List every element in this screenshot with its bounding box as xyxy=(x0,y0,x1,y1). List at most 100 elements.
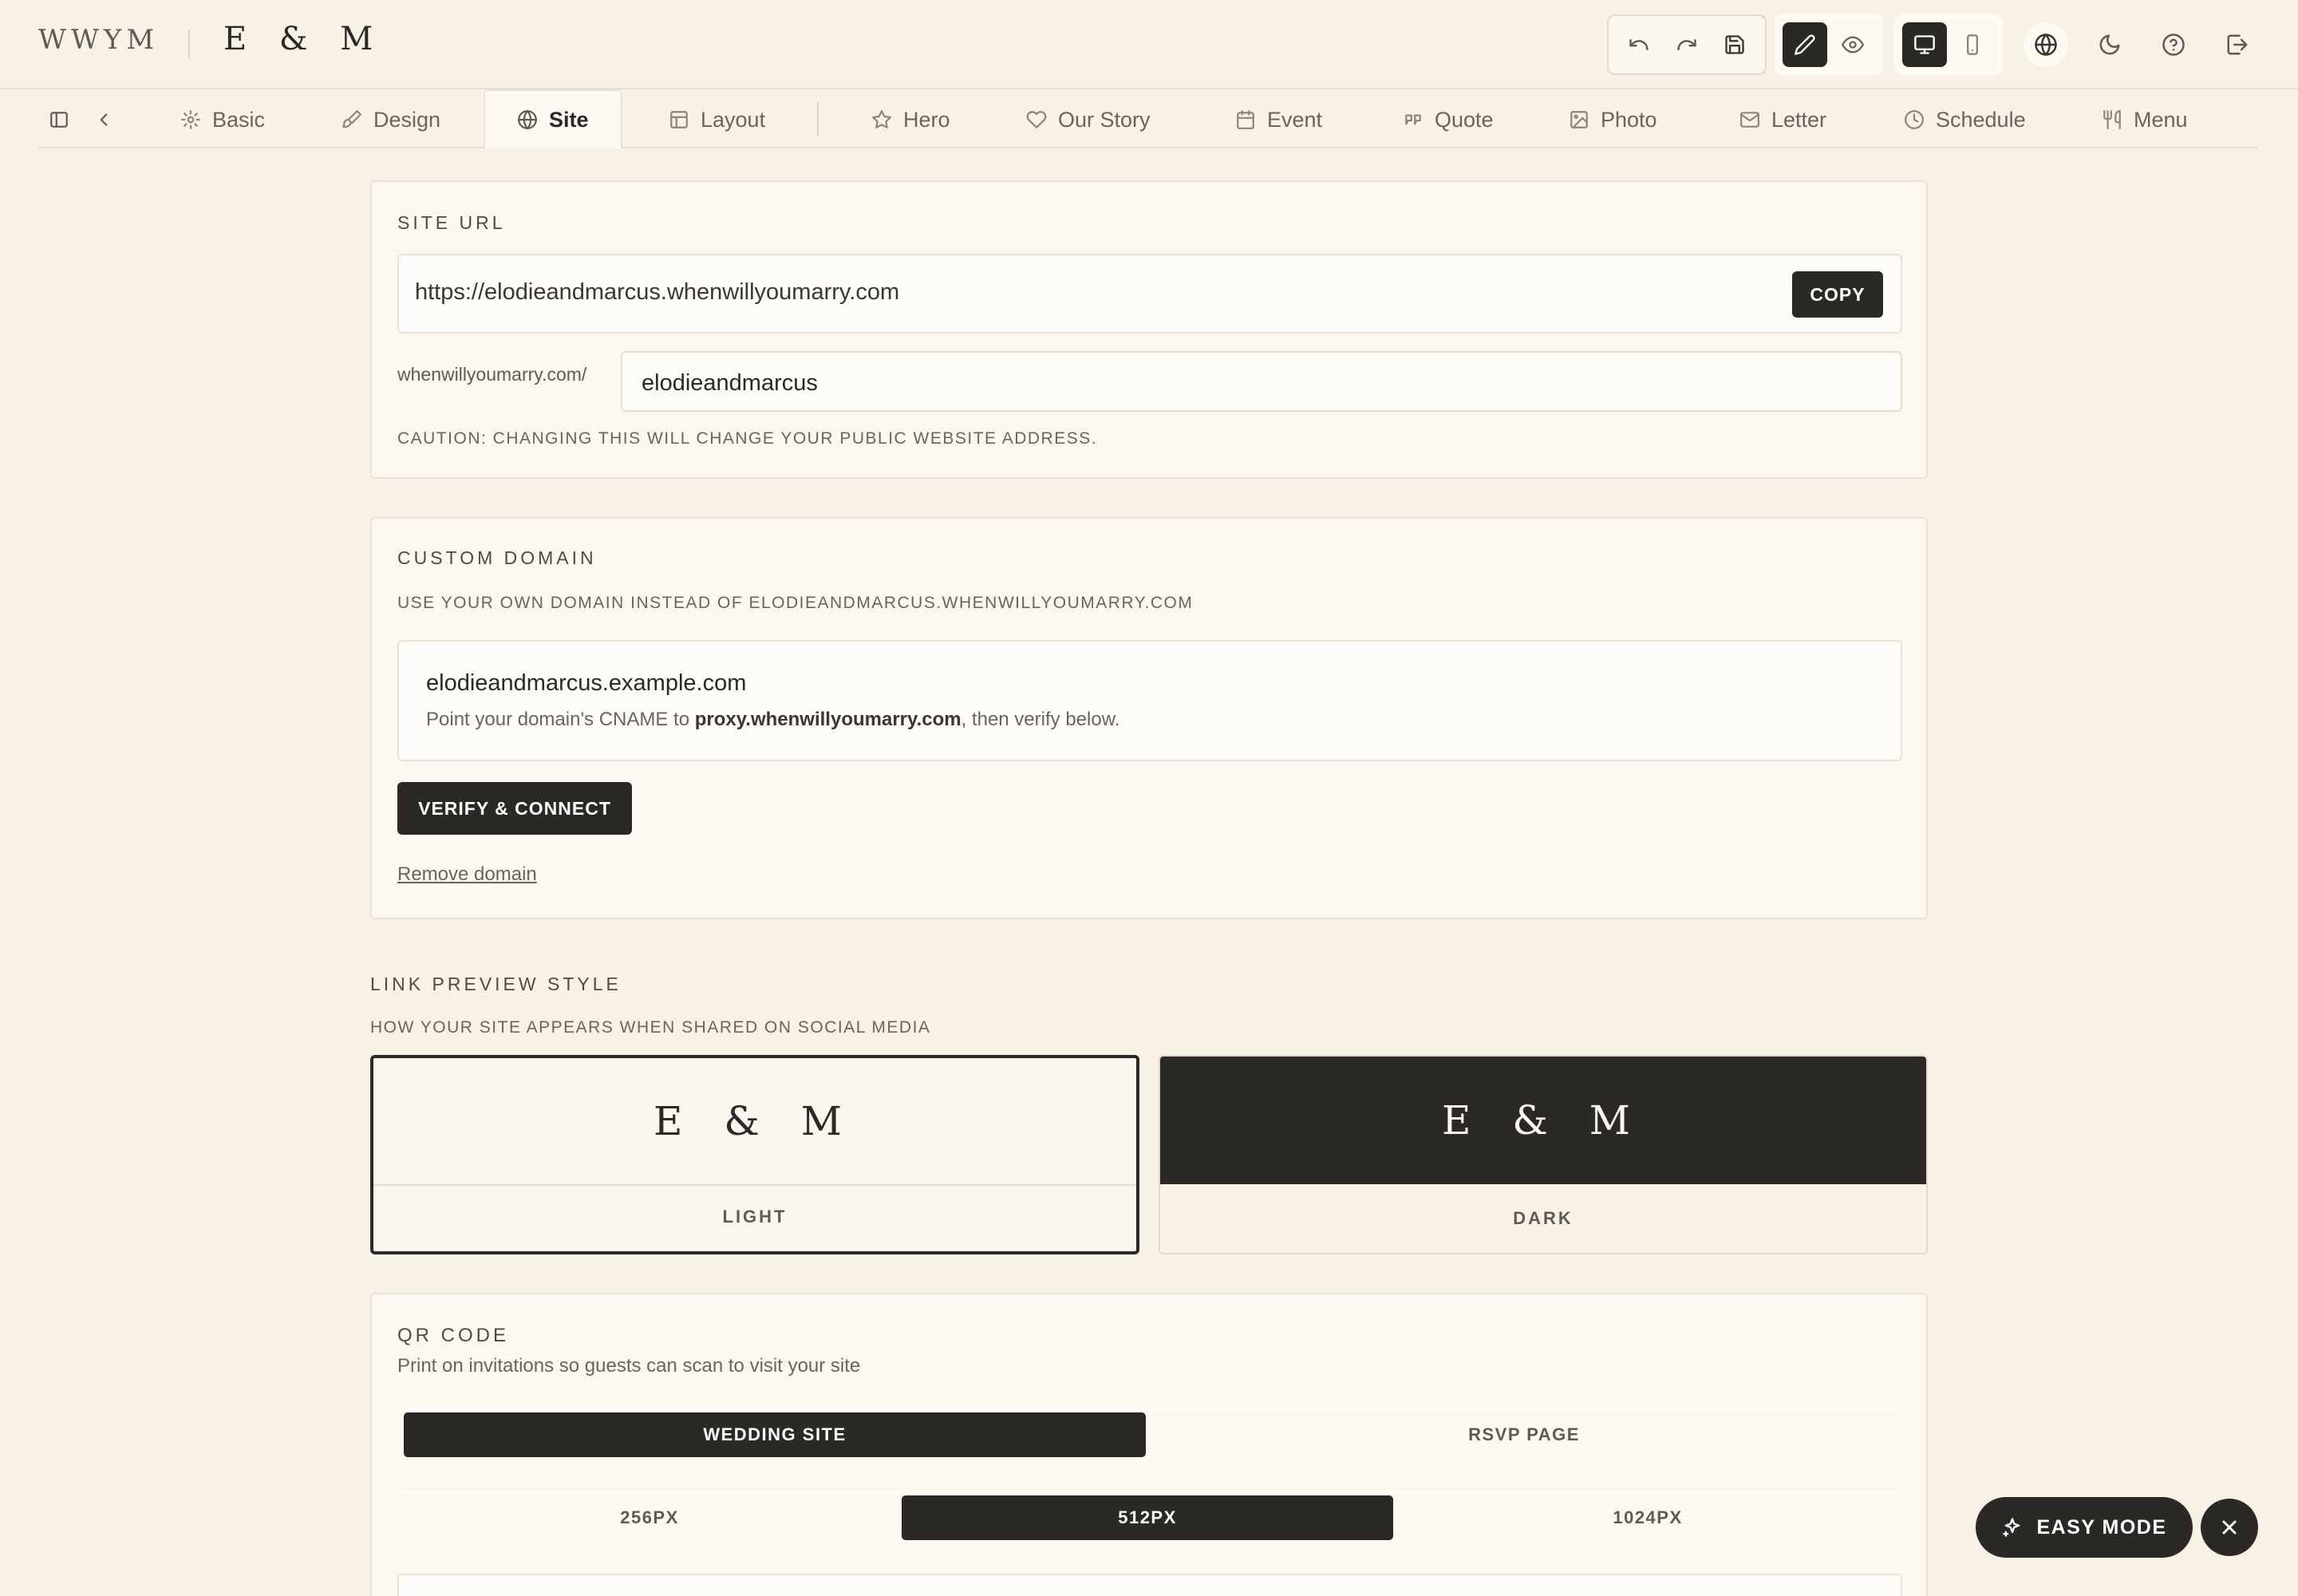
clock-icon xyxy=(1905,110,1924,129)
preview-mode-button[interactable] xyxy=(1830,22,1875,67)
edit-mode-button[interactable] xyxy=(1783,22,1827,67)
section-heading: CUSTOM DOMAIN xyxy=(397,547,597,568)
section-subtitle: USE YOUR OWN DOMAIN INSTEAD OF ELODIEAND… xyxy=(397,594,1194,612)
site-url-display: https://elodieandmarcus.whenwillyoumarry… xyxy=(397,254,1902,334)
copy-url-button[interactable]: COPY xyxy=(1792,271,1883,318)
custom-domain-name: elodieandmarcus.example.com xyxy=(426,670,747,696)
qr-size-1024[interactable]: 1024PX xyxy=(1400,1495,1896,1540)
mail-icon xyxy=(1740,112,1759,128)
tab-letter[interactable]: Letter xyxy=(1733,91,1833,148)
pencil-icon xyxy=(1795,34,1815,55)
logout-icon xyxy=(2227,34,2248,55)
section-tab-bar: Basic Design Site Layout Hero Our Story … xyxy=(38,89,2258,148)
layout-icon xyxy=(670,111,688,128)
mobile-view-button[interactable] xyxy=(1950,22,1995,67)
tab-label: Photo xyxy=(1601,107,1657,132)
sidebar-icon xyxy=(50,112,68,128)
slug-input[interactable]: elodieandmarcus xyxy=(621,351,1902,412)
preview-style-label: DARK xyxy=(1513,1208,1573,1228)
globe-icon xyxy=(2035,34,2057,56)
tab-label: Menu xyxy=(2134,107,2188,132)
language-button[interactable] xyxy=(2024,22,2068,67)
desktop-view-button[interactable] xyxy=(1902,22,1947,67)
tab-site[interactable]: Site xyxy=(484,89,622,148)
history-toolbar xyxy=(1607,14,1767,75)
brand-logo[interactable]: WWYM xyxy=(38,24,159,56)
tab-menu[interactable]: Menu xyxy=(2095,91,2194,148)
moon-icon xyxy=(2099,34,2120,55)
custom-domain-card: CUSTOM DOMAIN USE YOUR OWN DOMAIN INSTEA… xyxy=(370,517,1928,919)
dark-mode-toggle[interactable] xyxy=(2087,22,2132,67)
slug-prefix-label: whenwillyoumarry.com/ xyxy=(397,364,587,385)
caution-text: CAUTION: CHANGING THIS WILL CHANGE YOUR … xyxy=(397,429,1098,448)
cname-instructions: Point your domain's CNAME to proxy.whenw… xyxy=(426,709,1119,731)
qr-target-selector: WEDDING SITE RSVP PAGE xyxy=(397,1408,1902,1462)
tab-label: Hero xyxy=(903,107,950,132)
help-text: Point your domain's CNAME to xyxy=(426,709,695,730)
site-url-text[interactable]: https://elodieandmarcus.whenwillyoumarry… xyxy=(415,279,899,306)
header-divider xyxy=(188,30,190,59)
preview-monogram: E & M xyxy=(373,1058,1136,1186)
close-icon xyxy=(2222,1520,2237,1535)
redo-button[interactable] xyxy=(1664,22,1709,67)
site-url-card: SITE URL https://elodieandmarcus.whenwil… xyxy=(370,180,1928,479)
calendar-icon xyxy=(1237,110,1254,129)
tab-photo[interactable]: Photo xyxy=(1562,91,1664,148)
tab-design[interactable]: Design xyxy=(335,91,447,148)
tab-basic[interactable]: Basic xyxy=(174,91,271,148)
close-floating-button[interactable] xyxy=(2201,1499,2258,1556)
qr-target-rsvp-page[interactable]: RSVP PAGE xyxy=(1152,1412,1896,1457)
tab-quote[interactable]: Quote xyxy=(1396,91,1500,148)
help-text: , then verify below. xyxy=(961,709,1120,730)
preview-style-light[interactable]: E & M LIGHT xyxy=(370,1055,1139,1254)
logout-button[interactable] xyxy=(2215,22,2260,67)
chevron-left-icon xyxy=(100,113,108,126)
qr-target-wedding-site[interactable]: WEDDING SITE xyxy=(404,1412,1146,1457)
save-button[interactable] xyxy=(1712,22,1757,67)
link-preview-subtitle: HOW YOUR SITE APPEARS WHEN SHARED ON SOC… xyxy=(370,1018,931,1037)
quote-icon xyxy=(1405,114,1421,125)
tab-label: Letter xyxy=(1771,107,1827,132)
save-icon xyxy=(1725,35,1744,54)
qr-size-512[interactable]: 512PX xyxy=(902,1495,1393,1540)
verify-connect-button[interactable]: VERIFY & CONNECT xyxy=(397,782,632,835)
tab-label: Layout xyxy=(701,107,766,132)
tab-label: Event xyxy=(1267,107,1323,132)
easy-mode-label: EASY MODE xyxy=(2036,1515,2167,1539)
preview-style-dark[interactable]: E & M DARK xyxy=(1159,1055,1928,1254)
toggle-sidebar-button[interactable] xyxy=(45,105,73,134)
cname-target: proxy.whenwillyoumarry.com xyxy=(694,709,961,730)
tab-layout[interactable]: Layout xyxy=(662,91,772,148)
tab-schedule[interactable]: Schedule xyxy=(1897,91,2032,148)
tab-label: Quote xyxy=(1435,107,1494,132)
star-icon xyxy=(872,110,891,128)
gear-icon xyxy=(181,110,200,129)
easy-mode-button[interactable]: EASY MODE xyxy=(1976,1497,2193,1558)
tab-label: Site xyxy=(549,107,589,132)
qr-preview-area xyxy=(397,1574,1902,1596)
help-circle-icon xyxy=(2162,34,2185,56)
utensils-icon xyxy=(2103,110,2121,129)
help-button[interactable] xyxy=(2151,22,2196,67)
undo-button[interactable] xyxy=(1617,22,1661,67)
undo-icon xyxy=(1629,39,1648,50)
tab-label: Schedule xyxy=(1936,107,2026,132)
remove-domain-link[interactable]: Remove domain xyxy=(397,863,537,886)
tab-divider xyxy=(817,102,819,136)
qr-size-selector: 256PX 512PX 1024PX xyxy=(397,1491,1902,1545)
back-button[interactable] xyxy=(89,105,118,134)
tab-hero[interactable]: Hero xyxy=(865,91,957,148)
qr-size-256[interactable]: 256PX xyxy=(404,1495,895,1540)
tab-event[interactable]: Event xyxy=(1229,91,1329,148)
tab-our-story[interactable]: Our Story xyxy=(1020,91,1157,148)
section-heading: SITE URL xyxy=(397,212,506,233)
preview-style-label: LIGHT xyxy=(722,1207,788,1227)
smartphone-icon xyxy=(1967,34,1978,55)
mode-toolbar xyxy=(1775,14,1883,75)
top-bar: WWYM E & M xyxy=(0,0,2298,89)
brush-icon xyxy=(342,110,361,128)
couple-monogram: E & M xyxy=(223,21,385,57)
link-preview-heading: LINK PREVIEW STYLE xyxy=(370,974,622,994)
redo-icon xyxy=(1677,39,1696,50)
preview-monogram: E & M xyxy=(1160,1057,1926,1184)
